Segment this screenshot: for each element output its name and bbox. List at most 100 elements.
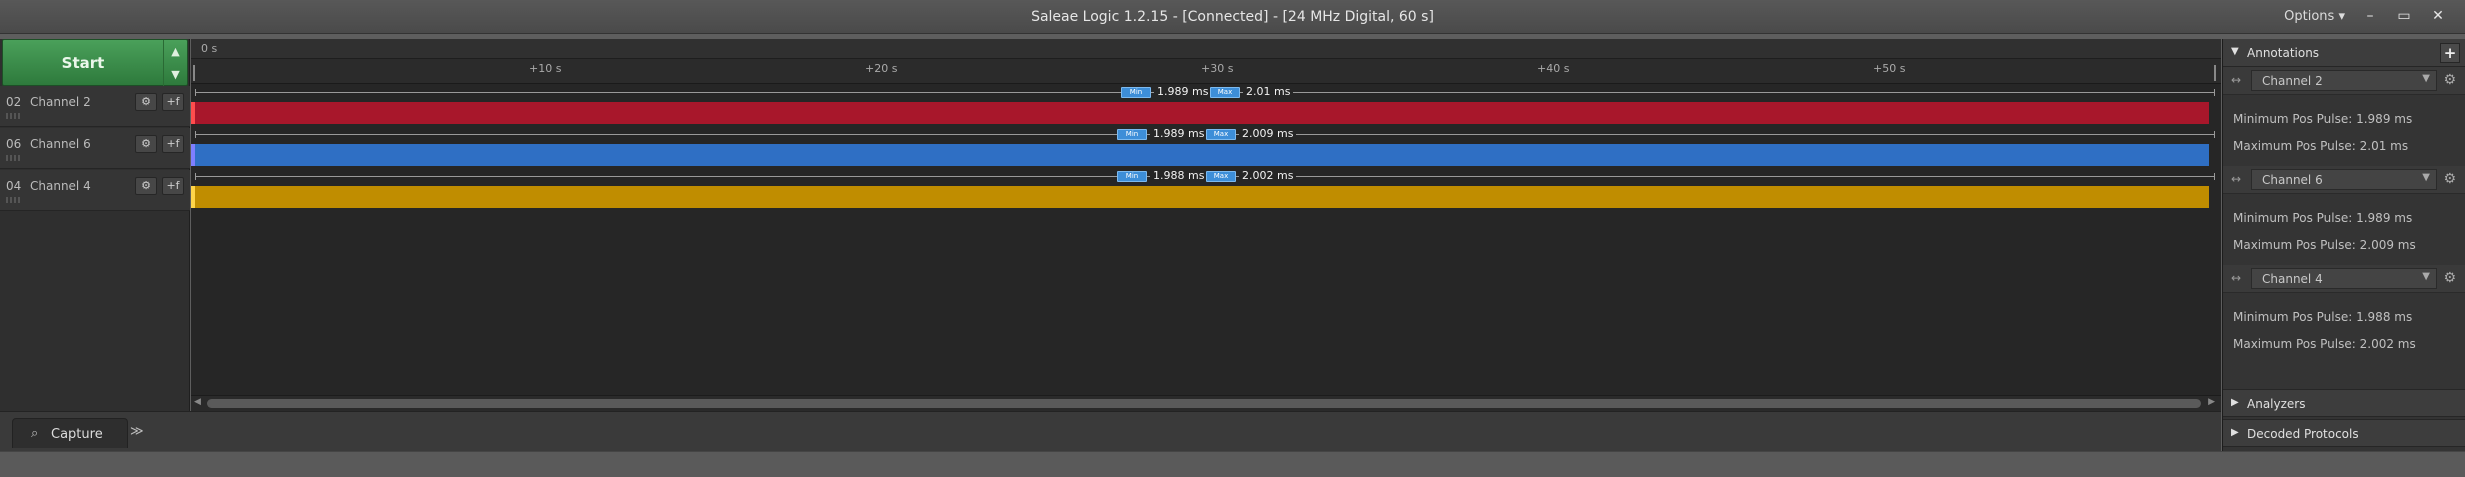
- annotation-header: ↔ Channel 6 ▼ ⚙: [2223, 166, 2465, 194]
- measurement-cap: [195, 89, 196, 96]
- gear-icon[interactable]: ⚙: [135, 93, 157, 111]
- time-ruler[interactable]: 0 s +10 s +20 s +30 s +40 s +50 s: [191, 39, 2221, 84]
- chevron-down-icon: ▾: [2338, 9, 2345, 24]
- section-title: Annotations: [2247, 46, 2320, 60]
- signal-bar[interactable]: [195, 102, 2209, 124]
- scroll-left-icon[interactable]: ◀: [194, 397, 201, 407]
- max-pulse-value: 2.009 ms: [1239, 127, 1297, 141]
- gear-icon[interactable]: ⚙: [135, 135, 157, 153]
- ruler-end-mark: [2214, 65, 2216, 81]
- max-pulse-value: 2.01 ms: [1243, 85, 1294, 99]
- min-badge-icon: Min: [1117, 171, 1147, 182]
- title-bar: Saleae Logic 1.2.15 - [Connected] - [24 …: [0, 0, 2465, 34]
- waveform-row-6[interactable]: Min 1.989 ms Max 2.009 ms: [191, 126, 2221, 167]
- minimize-button[interactable]: –: [2357, 4, 2383, 28]
- min-pulse-value: 1.989 ms: [1150, 127, 1208, 141]
- scroll-right-icon[interactable]: ▶: [2208, 397, 2215, 407]
- ruler-zero-label: 0 s: [201, 42, 218, 55]
- options-menu[interactable]: Options ▾: [2284, 0, 2345, 34]
- down-arrow-icon[interactable]: ▼: [164, 63, 187, 86]
- tick-label: +50 s: [1873, 62, 1906, 75]
- waveform-area[interactable]: Min 1.989 ms Max 2.01 ms Min 1.989 ms Ma…: [191, 84, 2221, 395]
- drag-handle-icon[interactable]: [6, 197, 20, 203]
- channel-number: 06: [6, 137, 22, 151]
- min-pulse-value: 1.988 ms: [1150, 169, 1208, 183]
- drag-handle-icon[interactable]: [6, 113, 20, 119]
- annotation-header: ↔ Channel 4 ▼ ⚙: [2223, 265, 2465, 293]
- signal-bar[interactable]: [195, 144, 2209, 166]
- annotations-header[interactable]: ▼ Annotations +: [2223, 39, 2465, 67]
- options-label: Options: [2284, 9, 2335, 24]
- max-badge-icon: Max: [1206, 129, 1236, 140]
- annotation-max: Maximum Pos Pulse: 2.01 ms: [2233, 139, 2409, 153]
- annotation-channel: Channel 2: [2262, 74, 2323, 88]
- more-tabs-icon[interactable]: ≫: [130, 424, 144, 439]
- section-title: Decoded Protocols: [2247, 427, 2359, 441]
- trigger-icon[interactable]: +f: [162, 135, 184, 153]
- tab-capture[interactable]: ⌕ Capture: [12, 418, 128, 448]
- capture-icon: ⌕: [31, 426, 39, 441]
- tick-label: +40 s: [1537, 62, 1570, 75]
- waveform-row-4[interactable]: Min 1.988 ms Max 2.002 ms: [191, 168, 2221, 209]
- annotation-max: Maximum Pos Pulse: 2.002 ms: [2233, 337, 2416, 351]
- close-button[interactable]: ✕: [2425, 4, 2451, 28]
- measurement-cap: [195, 131, 196, 138]
- annotation-max: Maximum Pos Pulse: 2.009 ms: [2233, 238, 2416, 252]
- waveform-row-2[interactable]: Min 1.989 ms Max 2.01 ms: [191, 84, 2221, 125]
- start-button[interactable]: Start ▲ ▼: [2, 39, 188, 87]
- ruler-header: 0 s: [191, 39, 2221, 59]
- tick-label: +20 s: [865, 62, 898, 75]
- min-badge-icon: Min: [1121, 87, 1151, 98]
- annotation-channel-select[interactable]: Channel 2 ▼: [2251, 70, 2437, 91]
- up-arrow-icon[interactable]: ▲: [164, 40, 187, 63]
- trigger-icon[interactable]: +f: [162, 177, 184, 195]
- annotation-channel: Channel 4: [2262, 272, 2323, 286]
- window-title: Saleae Logic 1.2.15 - [Connected] - [24 …: [1031, 9, 1434, 25]
- drag-handle-icon[interactable]: [6, 155, 20, 161]
- channel-name[interactable]: Channel 2: [30, 95, 91, 109]
- start-options: ▲ ▼: [163, 40, 187, 87]
- measurement-cap: [2214, 89, 2215, 96]
- scroll-thumb[interactable]: [207, 399, 2201, 408]
- measure-arrow-icon: ↔: [2231, 172, 2242, 186]
- annotation-min: Minimum Pos Pulse: 1.989 ms: [2233, 112, 2413, 126]
- annotation-min: Minimum Pos Pulse: 1.989 ms: [2233, 211, 2413, 225]
- measurement-cap: [2214, 173, 2215, 180]
- analyzers-header[interactable]: ▶ Analyzers: [2223, 389, 2465, 417]
- channel-row-4[interactable]: 04 Channel 4 ⚙ +f: [0, 170, 190, 211]
- expand-triangle-icon[interactable]: ▶: [2231, 397, 2239, 408]
- gear-icon[interactable]: ⚙: [2443, 171, 2456, 187]
- right-panel: ▼ Annotations + ↔ Channel 2 ▼ ⚙ Minimum …: [2222, 39, 2465, 451]
- channel-name[interactable]: Channel 6: [30, 137, 91, 151]
- trigger-icon[interactable]: +f: [162, 93, 184, 111]
- expand-triangle-icon[interactable]: ▶: [2231, 427, 2239, 438]
- channel-row-2[interactable]: 02 Channel 2 ⚙ +f: [0, 86, 190, 127]
- bottom-tab-bar: ⌕ Capture ≫: [0, 411, 2221, 451]
- annotation-channel: Channel 6: [2262, 173, 2323, 187]
- annotation-channel-select[interactable]: Channel 6 ▼: [2251, 169, 2437, 190]
- horizontal-scrollbar[interactable]: ◀ ▶: [191, 395, 2221, 411]
- tick-label: +10 s: [529, 62, 562, 75]
- annotation-channel-select[interactable]: Channel 4 ▼: [2251, 268, 2437, 289]
- channel-list: Start ▲ ▼ 02 Channel 2 ⚙ +f 06 Channel 6…: [0, 39, 190, 411]
- tick-label: +30 s: [1201, 62, 1234, 75]
- measurement-cap: [2214, 131, 2215, 138]
- add-annotation-button[interactable]: +: [2440, 43, 2460, 63]
- maximize-button[interactable]: ▭: [2391, 4, 2417, 28]
- signal-bar[interactable]: [195, 186, 2209, 208]
- gear-icon[interactable]: ⚙: [2443, 72, 2456, 88]
- min-pulse-value: 1.989 ms: [1154, 85, 1212, 99]
- decoded-protocols-header[interactable]: ▶ Decoded Protocols: [2223, 419, 2465, 447]
- start-label: Start: [61, 54, 105, 72]
- expand-triangle-icon[interactable]: ▼: [2231, 46, 2239, 57]
- gear-icon[interactable]: ⚙: [2443, 270, 2456, 286]
- measure-arrow-icon: ↔: [2231, 73, 2242, 87]
- measurement-cap: [195, 173, 196, 180]
- annotation-header: ↔ Channel 2 ▼ ⚙: [2223, 67, 2465, 95]
- channel-row-6[interactable]: 06 Channel 6 ⚙ +f: [0, 128, 190, 169]
- channel-name[interactable]: Channel 4: [30, 179, 91, 193]
- section-title: Analyzers: [2247, 397, 2306, 411]
- chevron-down-icon: ▼: [2422, 271, 2430, 282]
- gear-icon[interactable]: ⚙: [135, 177, 157, 195]
- min-badge-icon: Min: [1117, 129, 1147, 140]
